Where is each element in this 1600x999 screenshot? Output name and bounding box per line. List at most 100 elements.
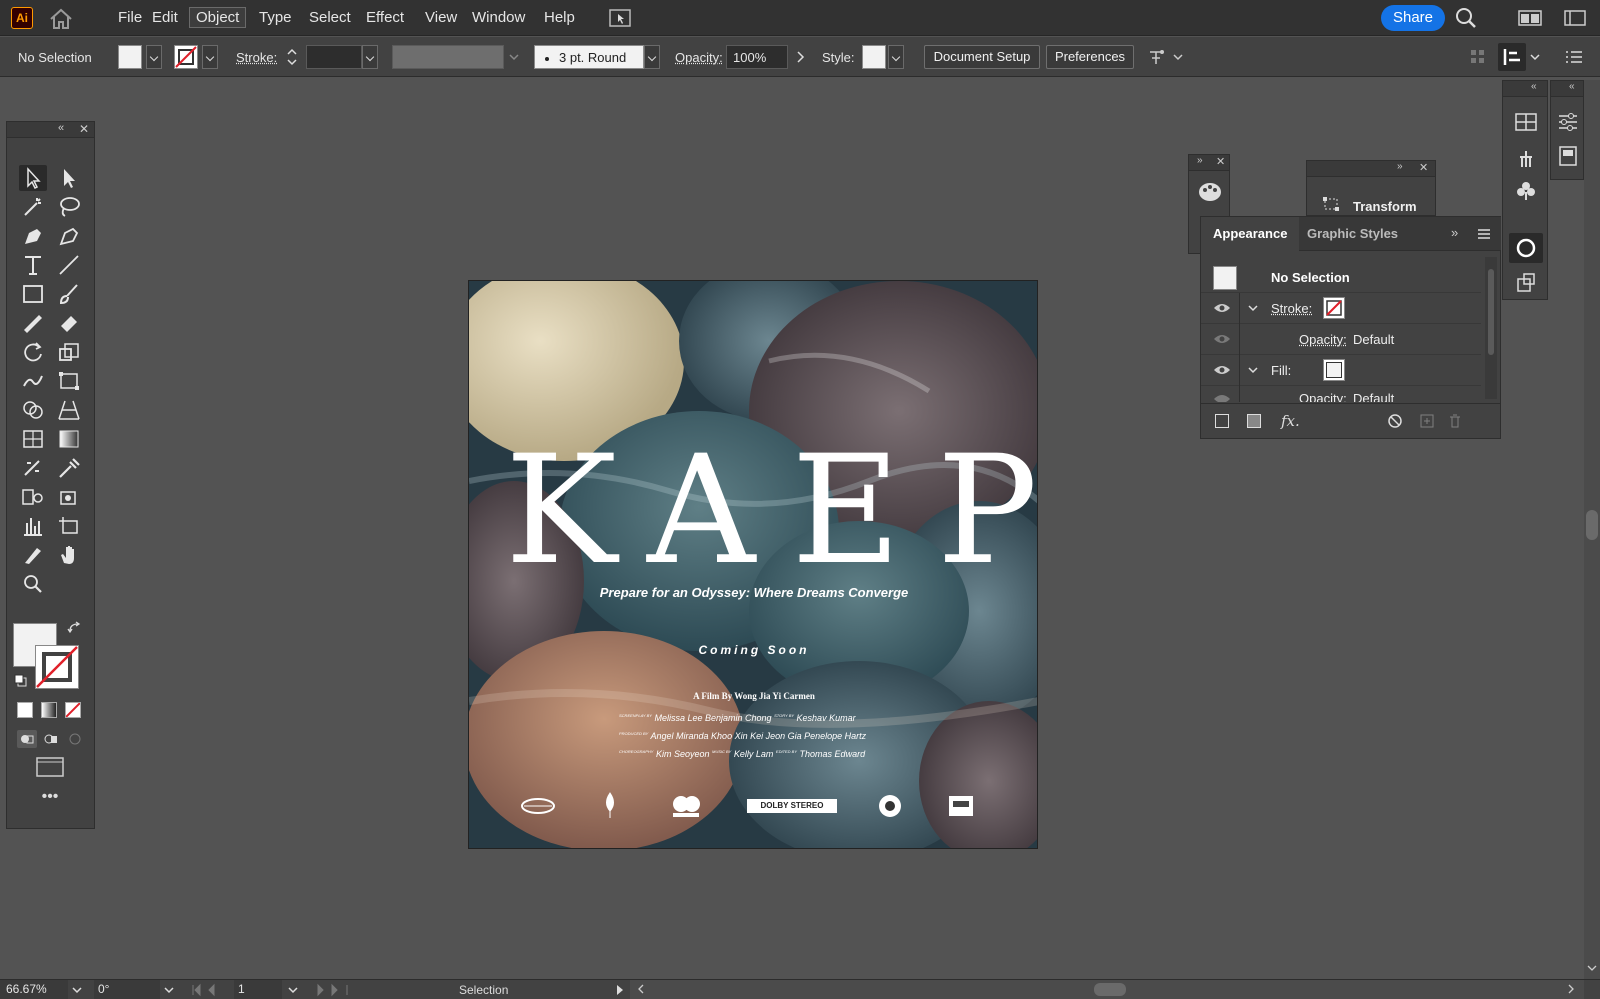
panel-menu-icon[interactable] (1477, 227, 1491, 241)
appearance-stroke-row[interactable]: Stroke: (1201, 293, 1481, 324)
expand-icon[interactable]: » (1197, 155, 1203, 166)
menu-edit[interactable]: Edit (146, 8, 184, 27)
color-mode-icon[interactable] (17, 702, 33, 718)
transform-icon[interactable] (1321, 195, 1341, 213)
scroll-thumb[interactable] (1094, 983, 1126, 996)
zoom-dropdown[interactable] (68, 982, 86, 998)
pen-tool-icon[interactable] (19, 223, 47, 249)
tools-panel-header[interactable]: « ✕ (7, 122, 94, 138)
panel-header[interactable]: » ✕ (1189, 155, 1229, 171)
stroke-label[interactable]: Stroke: (1271, 301, 1312, 316)
stroke-weight-dropdown[interactable] (362, 45, 378, 69)
align-dropdown[interactable] (1528, 49, 1542, 65)
align-icon[interactable] (1498, 43, 1526, 71)
trash-icon[interactable] (1447, 413, 1463, 429)
stroke-dropdown[interactable] (202, 45, 218, 69)
graph-tool-icon[interactable] (19, 513, 47, 539)
fill-label[interactable]: Fill: (1271, 363, 1291, 378)
opacity-label[interactable]: Opacity: (1299, 332, 1347, 347)
properties-sliders-icon[interactable] (1556, 111, 1580, 133)
first-prev-artboard-icon[interactable] (190, 983, 226, 997)
menu-file[interactable]: File (112, 8, 148, 27)
magic-wand-tool-icon[interactable] (19, 194, 47, 220)
shape-builder-tool-icon[interactable] (19, 397, 47, 423)
horizontal-scrollbar[interactable] (630, 980, 1584, 999)
symbol-sprayer-tool-icon[interactable] (19, 484, 47, 510)
eraser-tool-icon[interactable] (55, 310, 83, 336)
collapse-icon[interactable]: « (1531, 81, 1537, 92)
close-icon[interactable]: ✕ (1216, 155, 1225, 168)
gradient-tool-icon[interactable] (55, 426, 83, 452)
stroke-none-swatch[interactable] (1323, 297, 1345, 319)
menu-type[interactable]: Type (253, 8, 298, 27)
style-dropdown[interactable] (888, 45, 904, 69)
rectangle-tool-icon[interactable] (19, 281, 47, 307)
add-stroke-icon[interactable] (1215, 414, 1229, 428)
more-tools-icon[interactable]: ••• (37, 789, 63, 806)
search-icon[interactable] (1454, 7, 1478, 29)
chevron-left-icon[interactable] (636, 983, 646, 995)
fill-swatch[interactable] (1323, 359, 1345, 381)
lasso-tool-icon[interactable] (55, 194, 83, 220)
artboard[interactable]: KAEP Prepare for an Odyssey: Where Dream… (468, 280, 1038, 849)
graphic-styles-icon[interactable] (1514, 271, 1538, 295)
line-tool-icon[interactable] (55, 252, 83, 278)
workspace-icon[interactable] (1564, 9, 1586, 27)
gradient-mode-icon[interactable] (41, 702, 57, 718)
artboard-tool-icon[interactable] (55, 513, 83, 539)
eye-icon[interactable] (1213, 332, 1231, 346)
opacity-input[interactable]: 100% (726, 45, 788, 69)
free-transform-tool-icon[interactable] (55, 368, 83, 394)
warp-tool-icon[interactable] (19, 368, 47, 394)
stroke-weight-input[interactable] (306, 45, 362, 69)
type-tool-icon[interactable] (19, 252, 47, 278)
arrange-documents-icon[interactable] (1518, 9, 1542, 27)
puppet-warp-icon[interactable] (1146, 46, 1186, 68)
stroke-weight-stepper[interactable] (284, 45, 300, 69)
paintbrush-tool-icon[interactable] (55, 281, 83, 307)
curvature-tool-icon[interactable] (55, 223, 83, 249)
home-icon[interactable] (48, 8, 74, 30)
grid-dots-icon[interactable] (1470, 49, 1486, 65)
dock-header[interactable]: « (1503, 81, 1547, 97)
scale-tool-icon[interactable] (55, 339, 83, 365)
rotation-field[interactable]: 0° (94, 980, 160, 999)
artboard-number-field[interactable]: 1 (234, 980, 282, 999)
clear-appearance-icon[interactable] (1387, 413, 1403, 429)
document-setup-button[interactable]: Document Setup (924, 45, 1040, 69)
zoom-level-field[interactable]: 66.67% (0, 980, 68, 999)
draw-behind-icon[interactable] (41, 730, 61, 748)
menu-help[interactable]: Help (538, 8, 581, 27)
zoom-tool-icon[interactable] (19, 571, 47, 597)
brush-dropdown[interactable] (644, 45, 660, 69)
cursor-box-icon[interactable] (608, 8, 632, 28)
swatches-grid-icon[interactable] (1514, 111, 1538, 133)
stroke-swatch[interactable] (174, 45, 198, 69)
chevron-down-icon[interactable] (1587, 960, 1597, 971)
perspective-grid-tool-icon[interactable] (55, 397, 83, 423)
fill-swatch[interactable] (118, 45, 142, 69)
menu-view[interactable]: View (419, 8, 463, 27)
collapse-icon[interactable]: « (1569, 81, 1575, 92)
eyedropper-tool-icon[interactable] (55, 455, 83, 481)
control-menu-icon[interactable] (1564, 49, 1584, 65)
color-palette-icon[interactable] (1198, 181, 1222, 203)
brush-definition[interactable]: 3 pt. Round (534, 45, 644, 69)
preferences-button[interactable]: Preferences (1046, 45, 1134, 69)
add-effect-icon[interactable]: fx. (1281, 412, 1300, 430)
opacity-label[interactable]: Opacity: (1299, 391, 1347, 402)
live-paint-tool-icon[interactable] (55, 484, 83, 510)
eye-icon[interactable] (1213, 392, 1231, 402)
menu-window[interactable]: Window (466, 8, 531, 27)
slice-tool-icon[interactable] (19, 542, 47, 568)
scroll-thumb[interactable] (1488, 269, 1494, 355)
eye-icon[interactable] (1213, 301, 1231, 315)
libraries-icon[interactable] (1556, 145, 1580, 167)
variable-width-profile[interactable] (392, 45, 504, 69)
default-colors-icon[interactable] (13, 673, 29, 687)
chevron-right-icon[interactable] (1566, 983, 1576, 995)
tab-graphic-styles[interactable]: Graphic Styles (1295, 217, 1410, 251)
add-fill-icon[interactable] (1247, 414, 1261, 428)
rotate-tool-icon[interactable] (19, 339, 47, 365)
hand-tool-icon[interactable] (55, 542, 83, 568)
